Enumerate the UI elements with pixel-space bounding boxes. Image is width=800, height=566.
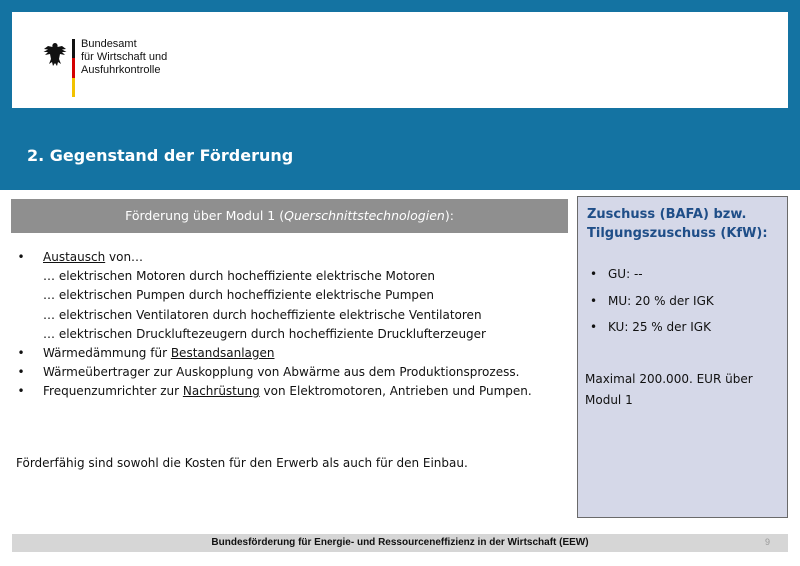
nachruestung-link[interactable]: Nachrüstung xyxy=(183,384,260,398)
module-heading-prefix: Förderung über Modul 1 ( xyxy=(125,208,285,223)
list-item-text: von Elektromotoren, Antrieben und Pumpen… xyxy=(259,384,532,399)
sub-list-item: … elektrischen Motoren durch hocheffizie… xyxy=(16,267,571,286)
bullet: • xyxy=(17,365,25,380)
module-heading-italic: Querschnittstechnologien xyxy=(284,208,445,223)
sub-item-text: … elektrischen Motoren durch hocheffizie… xyxy=(43,269,435,284)
list-item: • Wärmedämmung für Bestandsanlagen xyxy=(16,344,571,363)
flag-stripe-red xyxy=(72,58,75,78)
german-flag-stripe xyxy=(72,39,75,97)
sub-item-text: … elektrischen Ventilatoren durch hochef… xyxy=(43,307,482,322)
sub-list-item: … elektrischen Ventilatoren durch hochef… xyxy=(16,306,571,325)
logo-panel: Bundesamt für Wirtschaft und Ausfuhrkont… xyxy=(12,12,788,108)
maximum-amount: Maximal 200.000. EUR über Modul 1 xyxy=(585,369,781,411)
austausch-link[interactable]: Austausch xyxy=(43,250,105,264)
rate-item-text: GU: -- xyxy=(608,267,643,281)
federal-eagle-logo-icon xyxy=(43,43,67,66)
org-line-1: Bundesamt xyxy=(81,38,137,50)
bullet: • xyxy=(17,345,25,360)
sub-list-item: … elektrischen Pumpen durch hocheffizien… xyxy=(16,286,571,305)
header-band: Bundesamt für Wirtschaft und Ausfuhrkont… xyxy=(0,0,800,190)
footer-text: Bundesförderung für Energie- und Ressour… xyxy=(211,537,589,548)
measure-list: • Austausch von… … elektrischen Motoren … xyxy=(16,248,571,402)
flag-stripe-black xyxy=(72,39,75,59)
eligibility-note: Förderfähig sind sowohl die Kosten für d… xyxy=(16,456,468,470)
funding-rates-box: Zuschuss (BAFA) bzw. Tilgungszuschuss (K… xyxy=(577,196,788,518)
maximum-line-1: Maximal 200.000. EUR über xyxy=(585,372,753,386)
module-heading-suffix: ): xyxy=(444,208,454,223)
list-item-text: Frequenzumrichter zur xyxy=(43,384,183,399)
bullet: • xyxy=(590,320,598,334)
bullet: • xyxy=(590,267,598,281)
flag-stripe-gold xyxy=(72,77,75,97)
page-number: 9 xyxy=(764,537,770,547)
module-heading: Förderung über Modul 1 (Querschnittstech… xyxy=(11,199,568,233)
sub-item-text: … elektrischen Pumpen durch hocheffizien… xyxy=(43,288,435,303)
slide-title: 2. Gegenstand der Förderung xyxy=(27,146,294,165)
footer-bar: Bundesförderung für Energie- und Ressour… xyxy=(12,534,788,552)
sub-item-text: … elektrischen Druckluftezeugern durch h… xyxy=(43,326,486,341)
list-item: • Austausch von… xyxy=(16,248,571,267)
bestandsanlagen-link[interactable]: Bestandsanlagen xyxy=(171,346,275,360)
funding-heading-line-1: Zuschuss (BAFA) bzw. xyxy=(587,207,747,222)
rate-item: • MU: 20 % der IGK xyxy=(590,294,714,308)
rate-item: • GU: -- xyxy=(590,267,643,281)
rate-item-text: KU: 25 % der IGK xyxy=(608,320,711,334)
list-item: • Frequenzumrichter zur Nachrüstung von … xyxy=(16,382,571,401)
sub-list-item: … elektrischen Druckluftezeugern durch h… xyxy=(16,325,571,344)
list-item: • Wärmeübertrager zur Auskopplung von Ab… xyxy=(16,363,571,382)
list-item-text: Wärmeübertrager zur Auskopplung von Abwä… xyxy=(43,365,520,380)
rate-item-text: MU: 20 % der IGK xyxy=(608,294,714,308)
org-line-2: für Wirtschaft und xyxy=(81,51,168,63)
maximum-line-2: Modul 1 xyxy=(585,393,633,407)
list-item-text: von… xyxy=(105,250,144,264)
org-line-3: Ausfuhrkontrolle xyxy=(81,64,161,76)
bullet: • xyxy=(590,294,598,308)
funding-heading-line-2: Tilgungszuschuss (KfW): xyxy=(587,226,768,241)
organization-name: Bundesamt für Wirtschaft und Ausfuhrkont… xyxy=(81,38,167,77)
funding-rates-heading: Zuschuss (BAFA) bzw. Tilgungszuschuss (K… xyxy=(587,205,782,243)
list-item-text: Wärmedämmung für xyxy=(43,345,171,360)
bullet: • xyxy=(17,384,25,399)
bullet: • xyxy=(17,250,25,264)
rate-item: • KU: 25 % der IGK xyxy=(590,320,711,334)
